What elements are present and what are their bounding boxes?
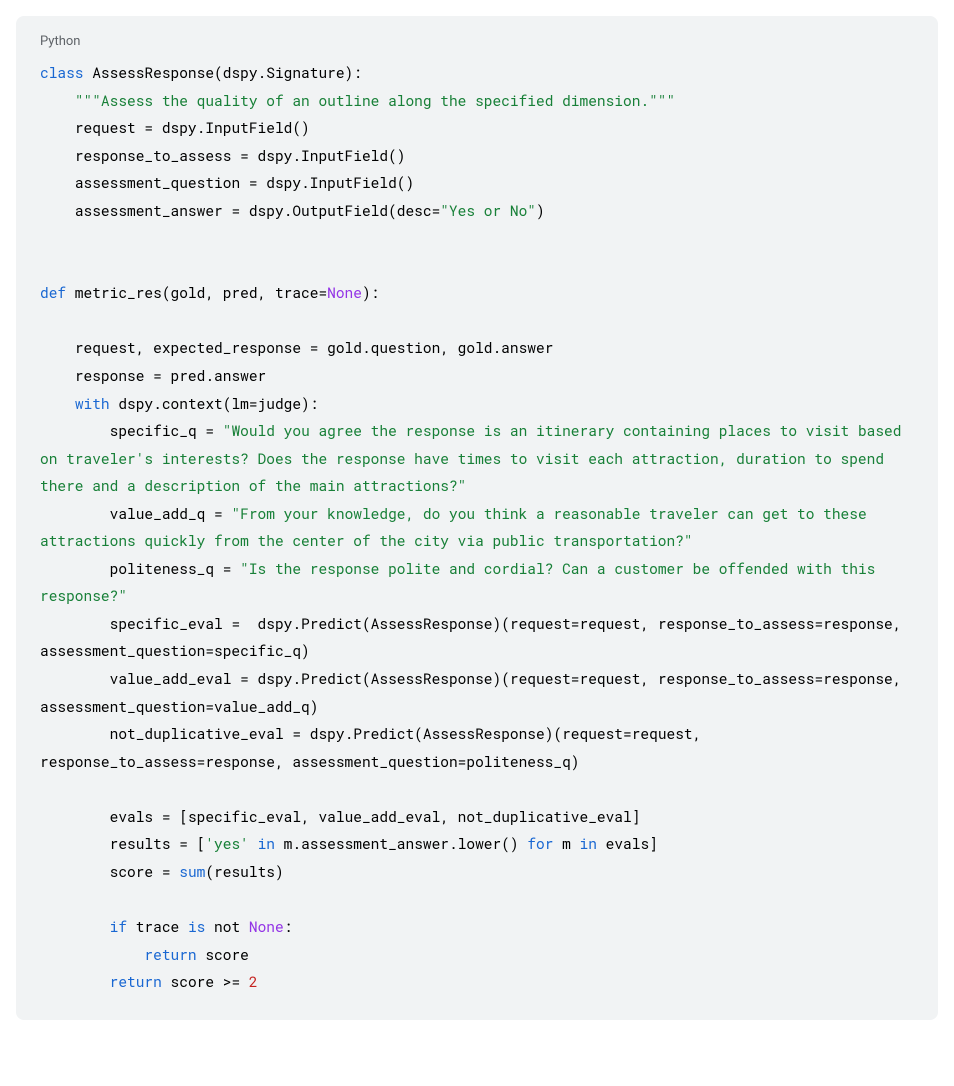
code-line: assessment_question = dspy.InputField() (40, 173, 414, 192)
code-line: score = sum(results) (40, 862, 284, 881)
code-line: politeness_q = "Is the response polite a… (40, 559, 884, 606)
code-line: class AssessResponse(dspy.Signature): (40, 63, 362, 82)
code-line: request = dspy.InputField() (40, 118, 310, 137)
code-line: with dspy.context(lm=judge): (40, 394, 318, 413)
code-line: evals = [specific_eval, value_add_eval, … (40, 807, 640, 826)
code-line: response_to_assess = dspy.InputField() (40, 146, 405, 165)
code-line: def metric_res(gold, pred, trace=None): (40, 283, 379, 302)
code-line: specific_eval = dspy.Predict(AssessRespo… (40, 614, 910, 661)
code-line: """Assess the quality of an outline alon… (40, 91, 675, 110)
code-line: not_duplicative_eval = dspy.Predict(Asse… (40, 724, 710, 771)
code-line: results = ['yes' in m.assessment_answer.… (40, 834, 658, 853)
code-line: value_add_eval = dspy.Predict(AssessResp… (40, 669, 910, 716)
code-line: response = pred.answer (40, 366, 266, 385)
code-line: return score >= 2 (40, 972, 258, 991)
language-label: Python (40, 34, 914, 49)
code-line: if trace is not None: (40, 917, 292, 936)
code-line: value_add_q = "From your knowledge, do y… (40, 504, 875, 551)
code-block: Python class AssessResponse(dspy.Signatu… (16, 16, 938, 1020)
code-line: assessment_answer = dspy.OutputField(des… (40, 201, 545, 220)
code-line: request, expected_response = gold.questi… (40, 338, 553, 357)
code-content: class AssessResponse(dspy.Signature): ""… (40, 59, 914, 996)
code-line: specific_q = "Would you agree the respon… (40, 421, 910, 495)
code-line: return score (40, 945, 249, 964)
